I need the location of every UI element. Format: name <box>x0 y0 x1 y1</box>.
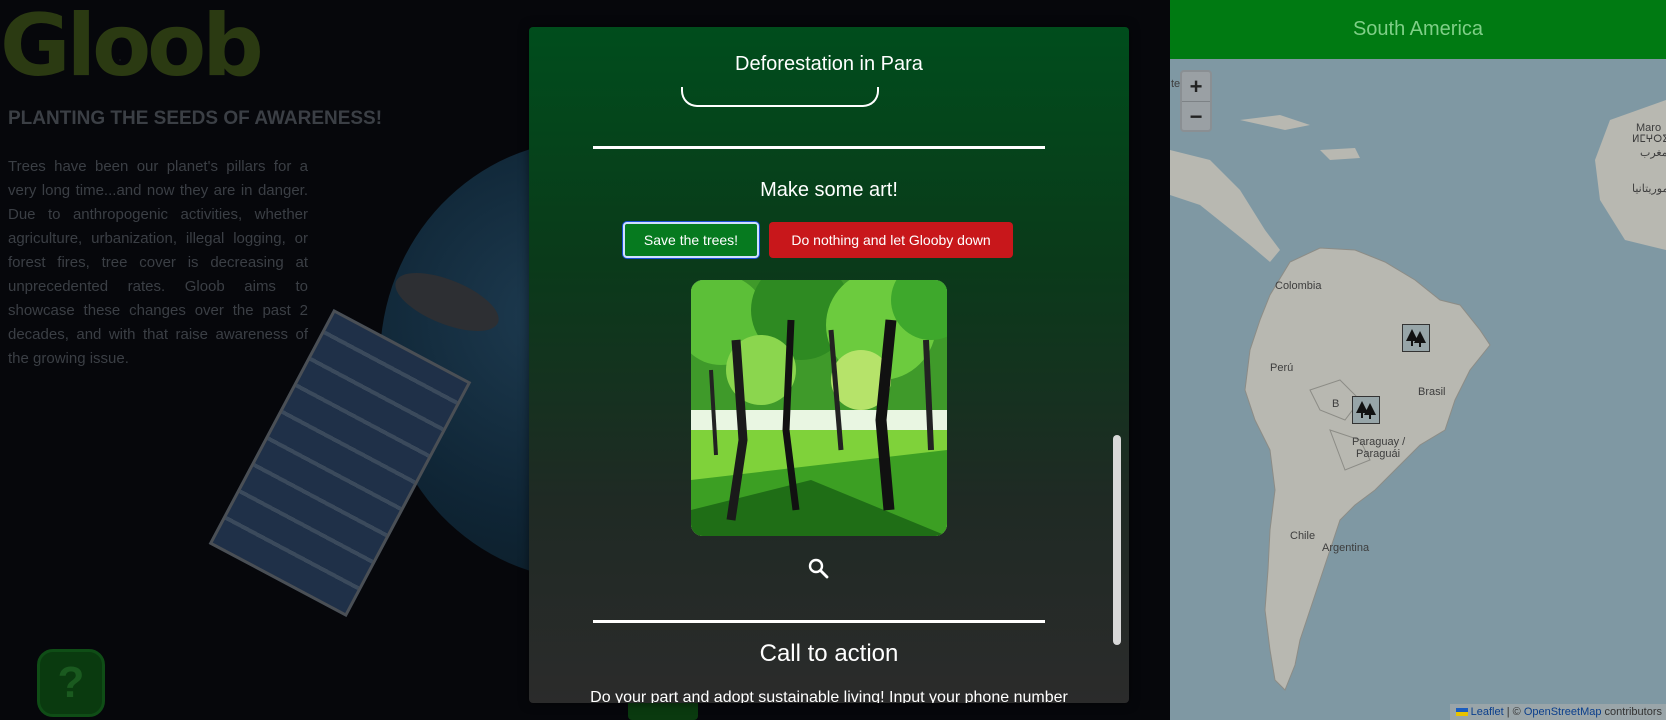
map-label: Maro <box>1636 122 1662 134</box>
map-label-chile: Chile <box>1290 530 1316 542</box>
map-region-title: South America <box>1170 0 1666 59</box>
tagline: PLANTING THE SEEDS OF AWARENESS! <box>8 108 383 129</box>
zoom-in-button[interactable]: + <box>1182 72 1210 102</box>
map-label: موريتانيا <box>1632 183 1666 195</box>
modal-title: Deforestation in Para <box>735 53 923 75</box>
map-attribution: Leaflet | © OpenStreetMap contributors <box>1449 704 1666 720</box>
map-label: ⵍⵎⵖⵔⵉⴱ <box>1632 134 1666 145</box>
section-divider <box>593 146 1045 149</box>
help-button[interactable]: ? <box>37 649 105 717</box>
scrolled-button-edge <box>681 87 879 107</box>
help-label: ? <box>57 658 85 707</box>
map-label-peru: Perú <box>1270 362 1294 374</box>
forest-marker[interactable] <box>1352 396 1380 424</box>
map-label-brasil: Brasil <box>1418 386 1446 398</box>
generated-art-image <box>691 280 947 536</box>
map-tiles[interactable] <box>1170 0 1666 720</box>
map-label-colombia: Colombia <box>1275 280 1322 292</box>
forest-marker-para[interactable] <box>1402 324 1430 352</box>
map-label-argentina: Argentina <box>1322 542 1370 554</box>
map-label: المغرب <box>1640 147 1666 159</box>
map-label-paraguay: Paraguay / <box>1352 436 1406 448</box>
openstreetmap-link[interactable]: OpenStreetMap <box>1524 706 1602 718</box>
search-icon[interactable] <box>805 555 833 583</box>
map-zoom-control: + − <box>1180 70 1212 132</box>
tree-icon <box>1356 401 1376 419</box>
intro-paragraph: Trees have been our planet's pillars for… <box>8 158 308 367</box>
region-info-modal: Deforestation in Para Make some art! Sav… <box>529 27 1129 703</box>
ukraine-flag-icon <box>1455 708 1468 717</box>
background-button <box>628 700 698 720</box>
map-panel[interactable]: South America + − te Maro ⵍⵎⵖⵔⵉⴱ المغرب … <box>1170 0 1666 720</box>
map-label: te <box>1171 78 1181 90</box>
do-nothing-button[interactable]: Do nothing and let Glooby down <box>769 222 1013 258</box>
tree-icon <box>1406 329 1426 347</box>
zoom-out-button[interactable]: − <box>1182 102 1210 131</box>
art-section-heading: Make some art! <box>760 179 898 201</box>
map-label-bolivia: B <box>1332 398 1340 410</box>
map-label-paraguai: Paraguái <box>1356 448 1401 460</box>
cta-text: Do your part and adopt sustainable livin… <box>590 689 1068 703</box>
modal-scrollbar[interactable] <box>1113 435 1121 645</box>
cta-heading: Call to action <box>759 640 899 667</box>
section-divider <box>593 620 1045 623</box>
gloob-logo: Gloob <box>0 0 264 96</box>
save-trees-button[interactable]: Save the trees! <box>623 222 759 258</box>
leaflet-link[interactable]: Leaflet <box>1471 706 1504 718</box>
